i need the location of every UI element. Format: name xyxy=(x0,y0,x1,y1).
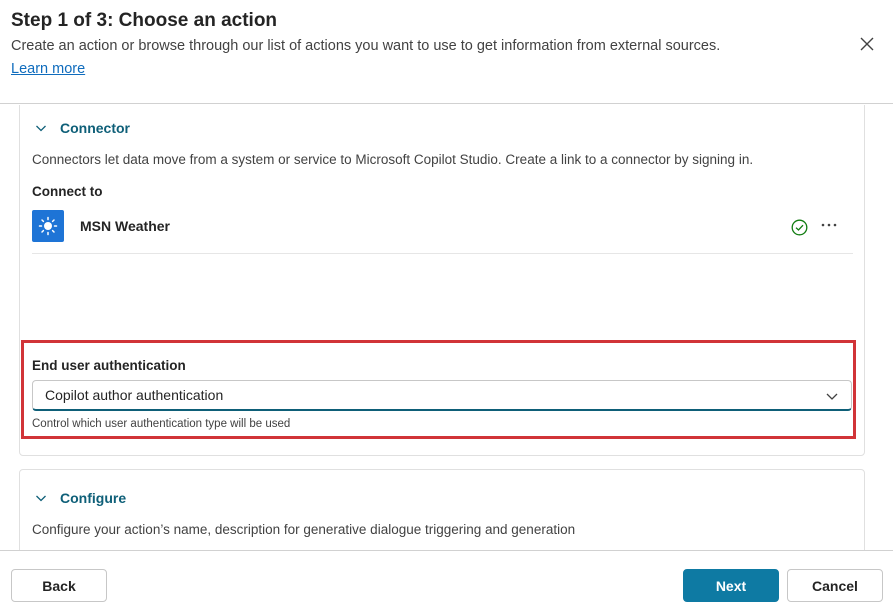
more-icon xyxy=(821,223,837,227)
back-button[interactable]: Back xyxy=(11,569,107,602)
sun-icon xyxy=(32,210,64,242)
dialog-body[interactable]: Connector Connectors let data move from … xyxy=(0,105,893,550)
connector-section-toggle[interactable]: Connector xyxy=(34,120,130,136)
more-options-button[interactable] xyxy=(818,214,840,236)
configure-section-title: Configure xyxy=(60,490,127,506)
connector-description: Connectors let data move from a system o… xyxy=(32,152,754,167)
auth-dropdown[interactable]: Copilot author authentication xyxy=(32,380,852,411)
chevron-down-icon xyxy=(34,121,48,135)
close-icon xyxy=(860,37,874,51)
configure-card: Configure Configure your action’s name, … xyxy=(19,469,865,550)
close-button[interactable] xyxy=(855,32,879,56)
dialog-subtitle: Create an action or browse through our l… xyxy=(11,38,721,54)
connector-section-title: Connector xyxy=(60,120,130,136)
next-button[interactable]: Next xyxy=(683,569,779,602)
cancel-button[interactable]: Cancel xyxy=(787,569,883,602)
connection-name: MSN Weather xyxy=(80,218,170,234)
check-circle-icon xyxy=(791,219,808,236)
connection-row[interactable]: MSN Weather xyxy=(32,210,853,254)
configure-section-toggle[interactable]: Configure xyxy=(34,490,126,506)
dialog-title: Step 1 of 3: Choose an action xyxy=(11,10,278,31)
dialog-footer: Back Next Cancel xyxy=(0,550,893,610)
connect-to-label: Connect to xyxy=(32,184,103,199)
dialog-header: Step 1 of 3: Choose an action Create an … xyxy=(0,0,893,104)
auth-hint: Control which user authentication type w… xyxy=(32,418,291,430)
chevron-down-icon xyxy=(34,491,48,505)
chevron-down-icon xyxy=(826,393,838,400)
auth-label: End user authentication xyxy=(32,358,186,373)
configure-description: Configure your action’s name, descriptio… xyxy=(32,522,576,537)
auth-selected-value: Copilot author authentication xyxy=(45,387,224,403)
learn-more-link[interactable]: Learn more xyxy=(11,61,85,77)
